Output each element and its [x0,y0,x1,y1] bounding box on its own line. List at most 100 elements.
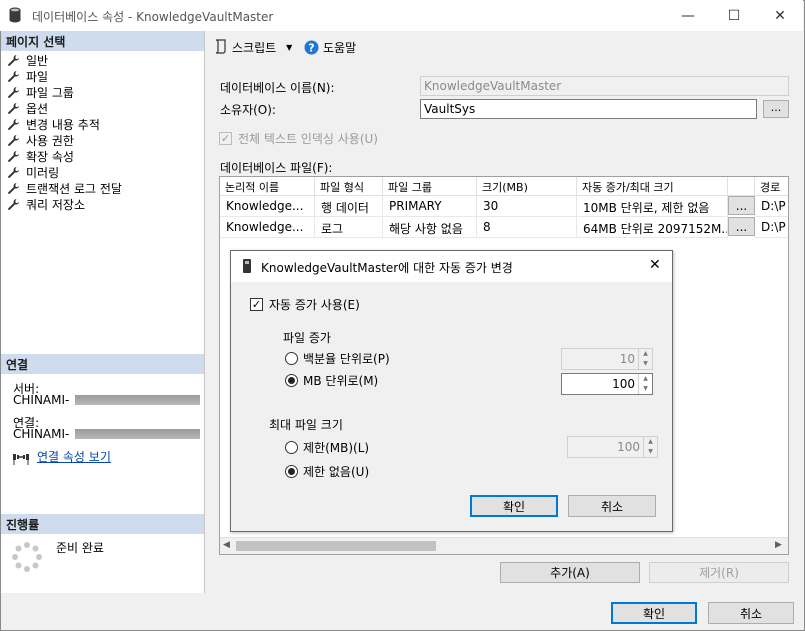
limited-radio[interactable] [285,441,298,454]
page-item[interactable]: 파일 그룹 [7,84,74,100]
scroll-left-icon[interactable]: ◀ [223,540,230,550]
page-item[interactable]: 사용 권한 [7,132,74,148]
db-name-field: KnowledgeVaultMaster [420,76,789,96]
remove-button: 제거(R) [649,562,789,583]
page-item-label: 미러링 [26,165,60,180]
window-title: 데이터베이스 속성 - KnowledgeVaultMaster [32,10,274,24]
column-header-path[interactable]: 경로 [755,177,788,196]
owner-browse-button[interactable]: ... [763,100,789,118]
autogrowth-browse-button[interactable]: ... [728,196,755,215]
progress-spinner-icon [12,542,42,572]
enable-autogrowth-checkbox[interactable]: ✓ [250,298,263,311]
server-value: CHINAMI- [13,393,70,407]
stepper-down-icon: ▼ [643,360,648,367]
minimize-button[interactable]: — [665,0,711,31]
page-item[interactable]: 미러링 [7,164,59,180]
dialog-title: KnowledgeVaultMaster에 대한 자동 증가 변경 [261,261,513,275]
unlimited-label: 제한 없음(U) [303,465,370,479]
scroll-right-icon[interactable]: ▶ [775,540,782,550]
page-item[interactable]: 확장 속성 [7,148,74,164]
grid-cell-autogrowth[interactable]: 64MB 단위로 2097152M... [577,217,728,238]
column-header-logical-name[interactable]: 논리적 이름 [220,177,315,196]
database-icon [9,7,21,23]
enable-autogrowth-label: 자동 증가 사용(E) [269,298,360,312]
wrench-icon [8,166,20,178]
grid-cell-file-type[interactable]: 로그 [315,217,383,238]
owner-field[interactable]: VaultSys [420,99,757,119]
page-item[interactable]: 변경 내용 추적 [7,116,100,132]
close-button[interactable]: ✕ [757,0,803,31]
help-button[interactable]: ? 도움말 [304,38,356,56]
stepper-down-icon[interactable]: ▼ [639,384,652,394]
percent-label: 백분율 단위로(P) [303,352,390,366]
help-icon: ? [304,40,319,54]
connection-value: CHINAMI- [13,427,70,441]
mb-radio[interactable] [285,374,298,387]
script-button[interactable]: 스크립트 ▼ [214,38,292,56]
dialog-title-bar: KnowledgeVaultMaster에 대한 자동 증가 변경 ✕ [231,251,672,282]
fulltext-indexing-option: ✓ 전체 텍스트 인덱싱 사용(U) [219,130,378,147]
maximize-button[interactable]: ☐ [711,0,757,31]
limited-label: 제한(MB)(L) [303,441,370,455]
script-dropdown-icon[interactable]: ▼ [286,43,292,52]
scrollbar-thumb[interactable] [236,541,436,551]
page-item[interactable]: 일반 [7,52,48,68]
stepper-up-icon[interactable]: ▲ [639,374,652,384]
page-item[interactable]: 트랜잭션 로그 전달 [7,180,122,196]
page-item-label: 확장 속성 [26,149,74,164]
page-item[interactable]: 옵션 [7,100,48,116]
grid-cell-logical-name[interactable]: Knowledge... [220,196,315,217]
cancel-button-label: 취소 [739,606,763,621]
unlimited-radio[interactable] [285,465,298,478]
page-item-label: 트랜잭션 로그 전달 [26,181,122,196]
connection-header: 연결 [1,354,204,374]
enable-autogrowth-option[interactable]: ✓ 자동 증가 사용(E) [250,296,360,313]
fulltext-checkbox: ✓ [219,132,232,145]
connection-icon [13,454,29,465]
grid-cell-path[interactable]: D:\P [755,217,788,238]
grid-horizontal-scrollbar[interactable]: ◀ ▶ [220,537,788,554]
title-bar: 데이터베이스 속성 - KnowledgeVaultMaster — ☐ ✕ [0,0,803,31]
column-header-autogrowth[interactable]: 자동 증가/최대 크기 [577,177,728,196]
grid-cell-autogrowth[interactable]: 10MB 단위로, 제한 없음 [577,196,728,217]
grid-cell-size-mb[interactable]: 30 [477,196,577,217]
cancel-button[interactable]: 취소 [708,602,794,624]
page-item-label: 파일 그룹 [26,85,74,100]
grid-cell-file-type[interactable]: 행 데이터 [315,196,383,217]
page-item[interactable]: 파일 [7,68,48,84]
help-label: 도움말 [323,40,357,55]
grid-cell-size-mb[interactable]: 8 [477,217,577,238]
view-connection-properties-link[interactable]: 연결 속성 보기 [37,448,111,465]
add-button[interactable]: 추가(A) [500,562,640,583]
dialog-close-button[interactable]: ✕ [649,257,661,273]
page-item[interactable]: 쿼리 저장소 [7,196,85,212]
dialog-ok-button[interactable]: 확인 [470,495,558,517]
ok-button[interactable]: 확인 [611,602,697,624]
limited-option[interactable]: 제한(MB)(L) [285,439,369,456]
progress-header: 진행률 [1,514,204,534]
script-icon [215,39,226,54]
wrench-icon [8,198,20,210]
column-header-filegroup[interactable]: 파일 그룹 [383,177,477,196]
mb-stepper[interactable]: 100 ▲ ▼ [561,373,653,395]
unlimited-option[interactable]: 제한 없음(U) [285,463,369,480]
autogrowth-dialog: KnowledgeVaultMaster에 대한 자동 증가 변경 ✕ ✓ 자동… [230,250,673,532]
column-header-file-type[interactable]: 파일 형식 [315,177,383,196]
percent-radio[interactable] [285,352,298,365]
page-item-label: 변경 내용 추적 [26,117,100,132]
percent-option[interactable]: 백분율 단위로(P) [285,350,390,367]
grid-cell-logical-name[interactable]: Knowledge... [220,217,315,238]
mb-option[interactable]: MB 단위로(M) [285,372,378,389]
column-header-size-mb[interactable]: 크기(MB) [477,177,577,196]
wrench-icon [8,182,20,194]
grid-cell-filegroup[interactable]: PRIMARY [383,196,477,217]
grid-cell-path[interactable]: D:\P [755,196,788,217]
autogrowth-browse-button[interactable]: ... [728,217,755,236]
wrench-icon [8,86,20,98]
mb-value[interactable]: 100 [562,374,638,394]
grid-cell-filegroup[interactable]: 해당 사항 없음 [383,217,477,238]
owner-label: 소유자(O): [220,103,276,117]
column-header-browse[interactable] [728,177,755,196]
dialog-cancel-button[interactable]: 취소 [568,495,656,517]
wrench-icon [8,150,20,162]
